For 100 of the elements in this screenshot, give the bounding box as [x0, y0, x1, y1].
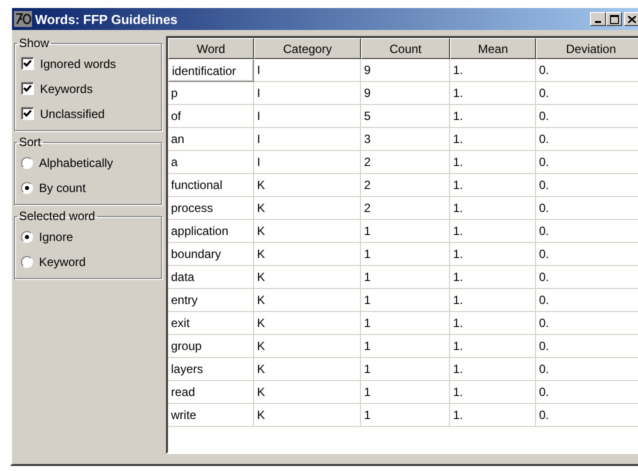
- table-cell: K: [254, 358, 361, 381]
- table-cell: application: [168, 220, 254, 243]
- maximize-icon: [610, 14, 618, 24]
- table-cell: I: [254, 59, 361, 82]
- table-cell: K: [254, 289, 361, 312]
- radio-button[interactable]: [21, 182, 33, 194]
- table-cell: 1: [361, 220, 450, 243]
- table-cell: 1.: [450, 82, 536, 105]
- table-cell: 1: [361, 289, 450, 312]
- radio-button[interactable]: [21, 156, 33, 168]
- table-cell: data: [168, 266, 254, 289]
- table-cell: identificatior: [168, 59, 254, 82]
- option-label: Ignored words: [40, 56, 116, 70]
- table-cell: K: [254, 243, 361, 266]
- table-cell: I: [254, 82, 361, 105]
- checkbox[interactable]: [21, 57, 34, 70]
- table-cell: p: [168, 82, 254, 105]
- table-cell: 0.: [536, 105, 638, 128]
- table-cell: exit: [168, 312, 254, 335]
- table-cell: K: [254, 174, 361, 197]
- table-cell: 1.: [450, 197, 536, 220]
- option-label: By count: [39, 180, 86, 194]
- table-cell: 5: [361, 105, 450, 128]
- table-cell: 1.: [450, 128, 536, 151]
- table-cell: 1: [361, 335, 450, 358]
- radio-button[interactable]: [21, 230, 33, 242]
- table-cell: 2: [361, 174, 450, 197]
- table-cell: 0.: [536, 381, 638, 404]
- table-cell: K: [254, 220, 361, 243]
- table-cell: 0.: [536, 151, 638, 174]
- table-cell: K: [254, 312, 361, 335]
- table-cell: 1: [361, 404, 450, 427]
- table-cell: K: [254, 404, 361, 427]
- table-cell: 0.: [536, 404, 638, 427]
- table-cell: K: [254, 381, 361, 404]
- close-icon: [628, 16, 636, 22]
- table-cell: 9: [361, 82, 450, 105]
- table-cell: functional: [168, 174, 254, 197]
- table-cell: 3: [361, 128, 450, 151]
- maximize-button[interactable]: [606, 12, 622, 26]
- column-header[interactable]: Mean: [450, 38, 536, 59]
- table-cell: 0.: [536, 243, 638, 266]
- option-label: Ignore: [39, 230, 74, 244]
- table-cell: 0.: [536, 128, 638, 151]
- table-cell: 1: [361, 266, 450, 289]
- radio-button[interactable]: [21, 256, 33, 268]
- table-cell: 1.: [450, 151, 536, 174]
- table-cell: 2: [361, 197, 450, 220]
- table-cell: group: [168, 335, 254, 358]
- table-cell: boundary: [168, 243, 254, 266]
- table-cell: 1.: [450, 404, 536, 427]
- column-header[interactable]: Word: [168, 38, 254, 59]
- option-label: Alphabetically: [39, 156, 114, 170]
- table-cell: 1.: [450, 266, 536, 289]
- table-cell: K: [254, 197, 361, 220]
- table-cell: 1.: [450, 243, 536, 266]
- checkbox[interactable]: [21, 82, 34, 95]
- table-cell: 0.: [536, 197, 638, 220]
- column-header[interactable]: Count: [361, 38, 450, 59]
- table-cell: 0.: [536, 289, 638, 312]
- group-label: Sort: [18, 135, 42, 149]
- app-icon: [14, 11, 32, 27]
- table-cell: write: [168, 404, 254, 427]
- checkbox[interactable]: [21, 107, 34, 120]
- table-cell: I: [254, 128, 361, 151]
- table-cell: 1: [361, 358, 450, 381]
- table-cell: 1.: [450, 105, 536, 128]
- table-cell: 2: [361, 151, 450, 174]
- group-label: Show: [18, 36, 50, 50]
- table-cell: 0.: [536, 312, 638, 335]
- table-cell: I: [254, 151, 361, 174]
- table-cell: 1: [361, 312, 450, 335]
- table-cell: 1.: [450, 174, 536, 197]
- table-cell: 0.: [536, 266, 638, 289]
- table-cell: 0.: [536, 174, 638, 197]
- column-header[interactable]: Category: [254, 38, 361, 59]
- column-header[interactable]: Deviation: [536, 38, 638, 59]
- table-cell: 0.: [536, 59, 638, 82]
- table-cell: 0.: [536, 220, 638, 243]
- table-cell: I: [254, 105, 361, 128]
- group-label: Selected word: [18, 209, 96, 223]
- minimize-button[interactable]: [590, 12, 606, 26]
- table-cell: 1.: [450, 312, 536, 335]
- table-cell: 1.: [450, 289, 536, 312]
- option-label: Keyword: [39, 254, 86, 268]
- option-label: Unclassified: [40, 106, 105, 120]
- table-cell: 1.: [450, 335, 536, 358]
- table-cell: 0.: [536, 82, 638, 105]
- close-button[interactable]: [624, 12, 638, 26]
- table-cell: K: [254, 335, 361, 358]
- table-cell: 0.: [536, 358, 638, 381]
- table-cell: an: [168, 128, 254, 151]
- table-cell: 9: [361, 59, 450, 82]
- table-cell: 1.: [450, 59, 536, 82]
- table-cell: 1.: [450, 358, 536, 381]
- table-cell: 1: [361, 243, 450, 266]
- window-title: Words: FFP Guidelines: [35, 12, 179, 26]
- table-cell: of: [168, 105, 254, 128]
- table-cell: entry: [168, 289, 254, 312]
- table-cell: read: [168, 381, 254, 404]
